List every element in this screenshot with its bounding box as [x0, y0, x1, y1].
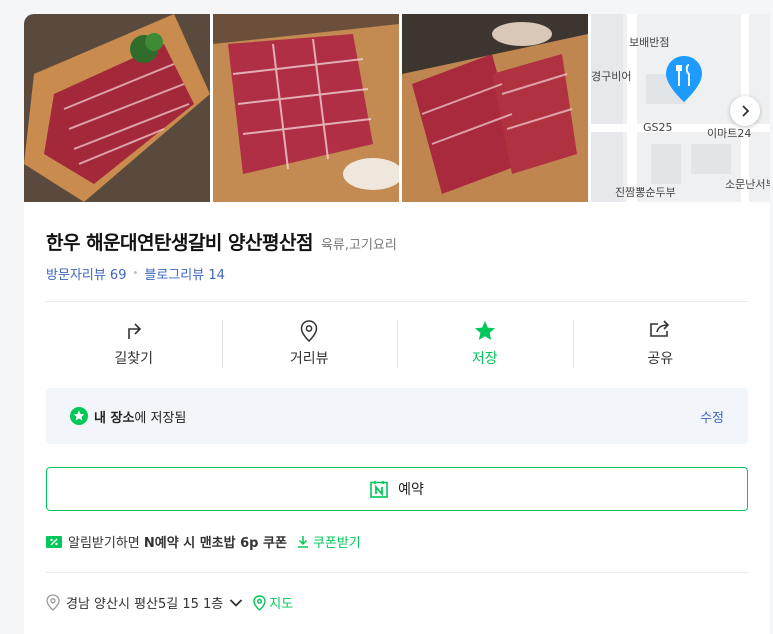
photo-2[interactable] — [213, 14, 399, 202]
save-button[interactable]: 저장 — [397, 320, 573, 368]
edit-button[interactable]: 수정 — [700, 407, 724, 426]
map-label: GS25 — [643, 121, 673, 134]
place-name: 한우 해운대연탄생갈비 양산평산점 — [46, 232, 313, 254]
directions-label: 길찾기 — [114, 351, 154, 367]
chevron-down-icon[interactable] — [229, 598, 243, 608]
place-card: 보배반점 경구비어 GS25 이마트24 진짬뽕순두부 소문난서부 한우 해운대… — [24, 14, 770, 634]
download-icon — [297, 536, 308, 548]
directions-icon — [127, 323, 141, 339]
coupon-icon — [46, 535, 62, 548]
location-pin-icon — [46, 594, 60, 611]
share-button[interactable]: 공유 — [572, 320, 749, 368]
coupon-row: 알림받기하면 N예약 시 맨초밥 6p 쿠폰 쿠폰받기 — [46, 532, 748, 551]
reserve-label: 예약 — [398, 482, 424, 498]
place-info: 한우 해운대연탄생갈비 양산평산점 육류,고기요리 방문자리뷰 69 • 블로그… — [24, 228, 770, 612]
photo-strip: 보배반점 경구비어 GS25 이마트24 진짬뽕순두부 소문난서부 — [24, 14, 770, 202]
review-row: 방문자리뷰 69 • 블로그리뷰 14 — [46, 264, 748, 283]
action-bar: 길찾기 거리뷰 저장 공유 — [46, 320, 748, 368]
saved-status-box: 내 장소에 저장됨 수정 — [46, 388, 748, 444]
place-category: 육류,고기요리 — [320, 238, 397, 253]
map-label: 진짬뽕순두부 — [615, 186, 676, 199]
share-icon — [650, 320, 670, 337]
map-preview[interactable]: 보배반점 경구비어 GS25 이마트24 진짬뽕순두부 소문난서부 — [591, 14, 770, 202]
map-link-label: 지도 — [269, 597, 294, 612]
save-label: 저장 — [471, 351, 498, 367]
address-text: 경남 양산시 평산5길 15 1층 — [66, 597, 224, 612]
blog-reviews-link[interactable]: 블로그리뷰 14 — [144, 264, 224, 283]
map-label: 소문난서부 — [725, 178, 770, 191]
map-label: 보배반점 — [629, 36, 670, 49]
saved-place-list: 내 장소 — [94, 410, 135, 426]
photo-3[interactable] — [402, 14, 588, 202]
map-label: 경구비어 — [591, 70, 632, 83]
streetview-button[interactable]: 거리뷰 — [221, 320, 398, 368]
visitor-reviews-link[interactable]: 방문자리뷰 69 — [46, 264, 126, 283]
reserve-button[interactable]: 예약 — [46, 467, 748, 511]
map-pin-icon — [253, 594, 266, 611]
get-coupon-link[interactable]: 쿠폰받기 — [297, 532, 361, 551]
directions-button[interactable]: 길찾기 — [46, 320, 222, 368]
next-photo-button[interactable] — [730, 96, 760, 126]
location-pin-icon — [300, 320, 318, 342]
share-label: 공유 — [647, 351, 674, 367]
saved-status: 내 장소에 저장됨 — [70, 407, 186, 426]
streetview-label: 거리뷰 — [289, 351, 329, 367]
star-icon — [474, 321, 495, 340]
separator-dot: • — [132, 268, 139, 279]
address-row: 경남 양산시 평산5길 15 1층 지도 — [46, 593, 748, 612]
title-row: 한우 해운대연탄생갈비 양산평산점 육류,고기요리 — [46, 228, 748, 255]
saved-status-text: 에 저장됨 — [134, 410, 187, 426]
get-coupon-label: 쿠폰받기 — [312, 536, 361, 551]
map-label: 이마트24 — [707, 127, 752, 140]
location-pin-icon — [666, 56, 702, 102]
photo-1[interactable] — [24, 14, 210, 202]
coupon-offer: N예약 시 맨초밥 6p 쿠폰 — [143, 536, 287, 551]
naver-booking-icon — [370, 481, 388, 498]
chevron-right-icon — [742, 105, 750, 117]
divider — [46, 572, 748, 573]
map-link[interactable]: 지도 — [253, 593, 293, 612]
star-badge-icon — [70, 407, 88, 425]
coupon-prefix: 알림받기하면 — [68, 536, 144, 551]
divider — [46, 301, 748, 302]
